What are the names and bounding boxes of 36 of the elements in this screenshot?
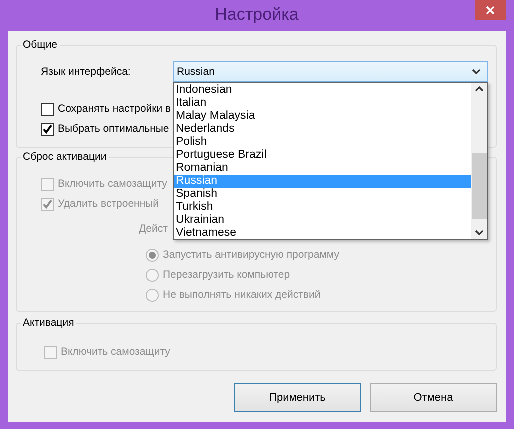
list-item[interactable]: Nederlands (174, 123, 471, 136)
list-item[interactable]: Italian (174, 97, 471, 110)
section-label: Дейст (139, 222, 168, 237)
window-title: Настройка (215, 4, 299, 24)
dialog-button[interactable]: Отмена (370, 383, 497, 412)
list-item[interactable]: Turkish (174, 201, 471, 214)
group-title: Активация (22, 316, 76, 330)
dialog-button[interactable]: Применить (234, 383, 361, 412)
checkbox-label: Удалить встроенный (58, 198, 160, 210)
chevron-down-icon (474, 230, 484, 236)
radio-label: Не выполнять никаких действий (163, 289, 321, 301)
radio-label: Перезагрузить компьютер (163, 269, 290, 281)
list-item[interactable]: Romanian (174, 162, 471, 175)
radio-label: Запустить антивирусную программу (163, 249, 340, 261)
list-item[interactable]: Vietnamese (174, 227, 471, 240)
chevron-down-icon (472, 68, 481, 74)
list-item[interactable]: Spanish (174, 188, 471, 201)
chevron-up-icon (474, 86, 484, 92)
scrollbar[interactable] (471, 83, 487, 239)
language-dropdown[interactable]: Russian (173, 61, 488, 82)
group-title: Сброс активации (22, 150, 108, 164)
checkbox[interactable] (41, 122, 54, 136)
checkbox-label: Включить самозащиту (61, 346, 170, 358)
group-title: Общие (22, 38, 59, 52)
checkbox-label: Включить самозащиту (58, 178, 168, 190)
checkbox[interactable] (41, 102, 54, 116)
list-item[interactable]: Portuguese Brazil (174, 149, 471, 162)
checkbox-label: Сохранять настройки в (58, 103, 172, 115)
list-item[interactable]: Ukrainian (174, 214, 471, 227)
list-item[interactable]: Malay Malaysia (174, 110, 471, 123)
checkbox-label: Выбрать оптимальные (58, 123, 170, 135)
list-item[interactable]: Indonesian (174, 84, 471, 97)
close-icon (486, 6, 495, 14)
close-button[interactable] (475, 0, 506, 20)
field-label: Язык интерфейса: (41, 66, 132, 78)
list-item[interactable]: Polish (174, 136, 471, 149)
